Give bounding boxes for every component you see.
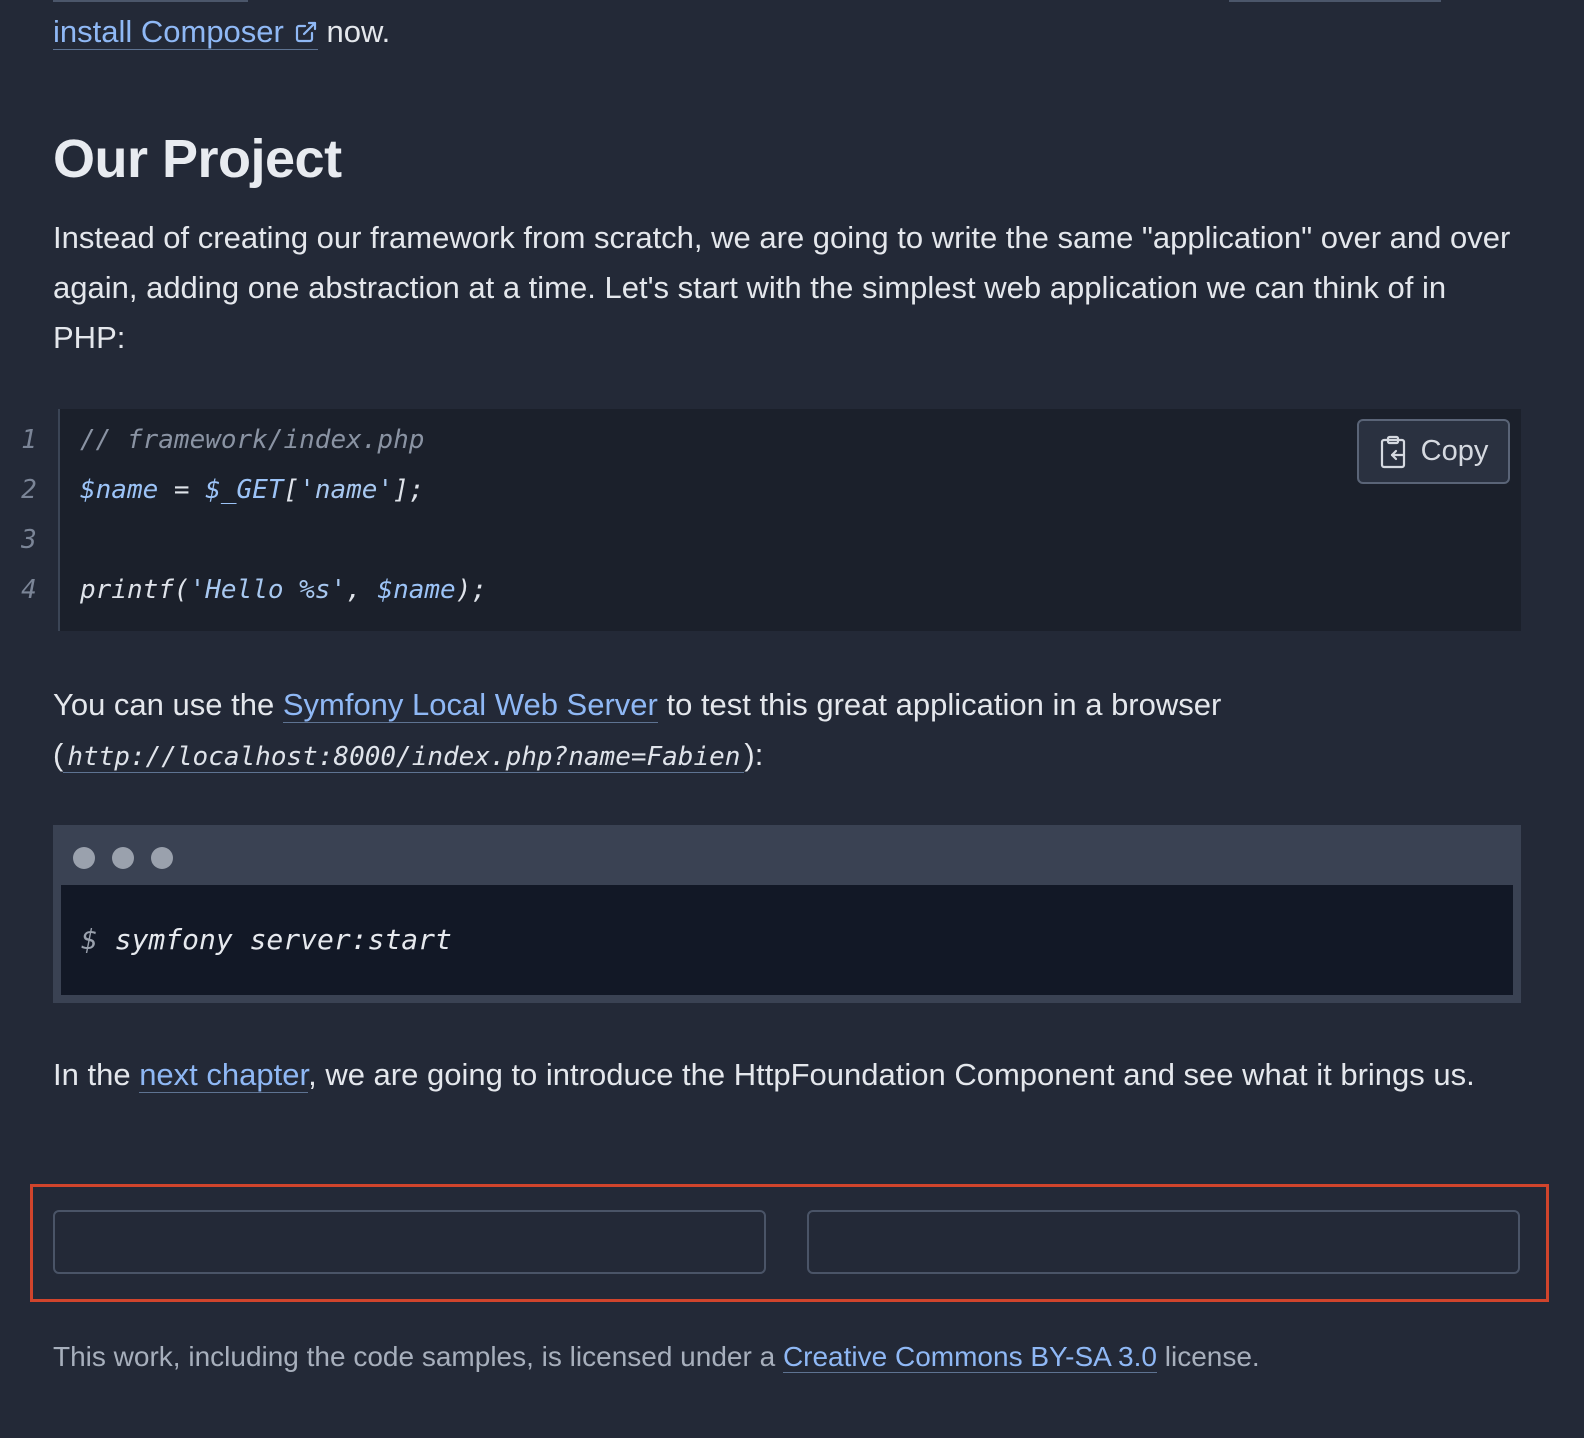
- next-chapter-paragraph: In the next chapter, we are going to int…: [53, 1050, 1513, 1100]
- line-number: 1: [21, 425, 37, 455]
- inline-code-url: http://localhost:8000/index.php?name=Fab…: [63, 742, 745, 773]
- copy-button[interactable]: Copy: [1357, 419, 1510, 484]
- divider-right: [1229, 0, 1441, 2]
- creative-commons-link[interactable]: Creative Commons BY-SA 3.0: [782, 1341, 1157, 1373]
- code-token: $name: [377, 575, 456, 605]
- next-paragraph-after: , we are going to introduce the HttpFoun…: [308, 1057, 1475, 1092]
- server-paragraph: You can use the Symfony Local Web Server…: [53, 680, 1513, 782]
- server-paragraph-after: to test this great application in a brow…: [657, 687, 1222, 722]
- external-link-icon: [295, 21, 316, 43]
- intro-after-text: now.: [317, 14, 391, 49]
- code-token: 'name': [299, 475, 394, 505]
- code-line-2: $name = $_GET['name'];: [80, 465, 424, 515]
- line-number-gutter: 1 2 3 4: [0, 409, 60, 631]
- symfony-local-web-server-link[interactable]: Symfony Local Web Server: [282, 687, 658, 723]
- window-dot-icon: [73, 847, 95, 869]
- code-token: printf(: [80, 575, 190, 605]
- line-number: 2: [21, 475, 37, 505]
- code-token: [: [283, 475, 300, 505]
- terminal-body: $ symfony server:start: [61, 885, 1513, 995]
- clipboard-icon: [1380, 435, 1405, 468]
- code-token: =: [158, 475, 206, 505]
- terminal-window: $ symfony server:start: [53, 825, 1521, 1003]
- code-token: ];: [393, 475, 425, 505]
- code-token: ,: [346, 575, 378, 605]
- copy-button-label: Copy: [1420, 435, 1489, 467]
- intro-line: install Composer now.: [53, 12, 390, 52]
- code-token: 'Hello %s': [189, 575, 347, 605]
- code-token: $name: [80, 475, 159, 505]
- next-paragraph-before: In the: [53, 1057, 140, 1092]
- section-title: Our Project: [53, 129, 342, 189]
- footer-after: license.: [1156, 1341, 1260, 1372]
- code-line-1: // framework/index.php: [80, 425, 425, 455]
- terminal-command-line: $ symfony server:start: [81, 915, 452, 965]
- terminal-prompt: $: [81, 923, 115, 956]
- terminal-command: symfony server:start: [114, 923, 452, 956]
- url-open-paren: (: [53, 737, 64, 772]
- next-chapter-link[interactable]: next chapter: [139, 1057, 309, 1093]
- window-dot-icon: [151, 847, 173, 869]
- code-token: $_GET: [205, 475, 284, 505]
- code-line-4: printf('Hello %s', $name);: [80, 565, 487, 615]
- previous-chapter-button[interactable]: [53, 1210, 766, 1274]
- line-number: 3: [21, 525, 37, 555]
- license-footer: This work, including the code samples, i…: [53, 1335, 1260, 1379]
- url-close-paren: ):: [744, 737, 764, 772]
- php-code-block: 1 2 3 4 // framework/index.php $name = $…: [0, 409, 1521, 631]
- next-chapter-button[interactable]: [807, 1210, 1520, 1274]
- footer-before: This work, including the code samples, i…: [53, 1341, 783, 1372]
- intro-paragraph: Instead of creating our framework from s…: [53, 220, 1511, 355]
- page: install Composer now. Our Project Instea…: [0, 0, 1584, 1438]
- code-token: );: [455, 575, 488, 605]
- divider-left: [53, 0, 248, 2]
- install-composer-link-text: install Composer: [53, 14, 284, 49]
- install-composer-link[interactable]: install Composer: [53, 14, 318, 50]
- window-dot-icon: [112, 847, 134, 869]
- line-number: 4: [21, 575, 37, 605]
- code-body: // framework/index.php $name = $_GET['na…: [60, 409, 1521, 631]
- server-paragraph-before: You can use the: [53, 687, 283, 722]
